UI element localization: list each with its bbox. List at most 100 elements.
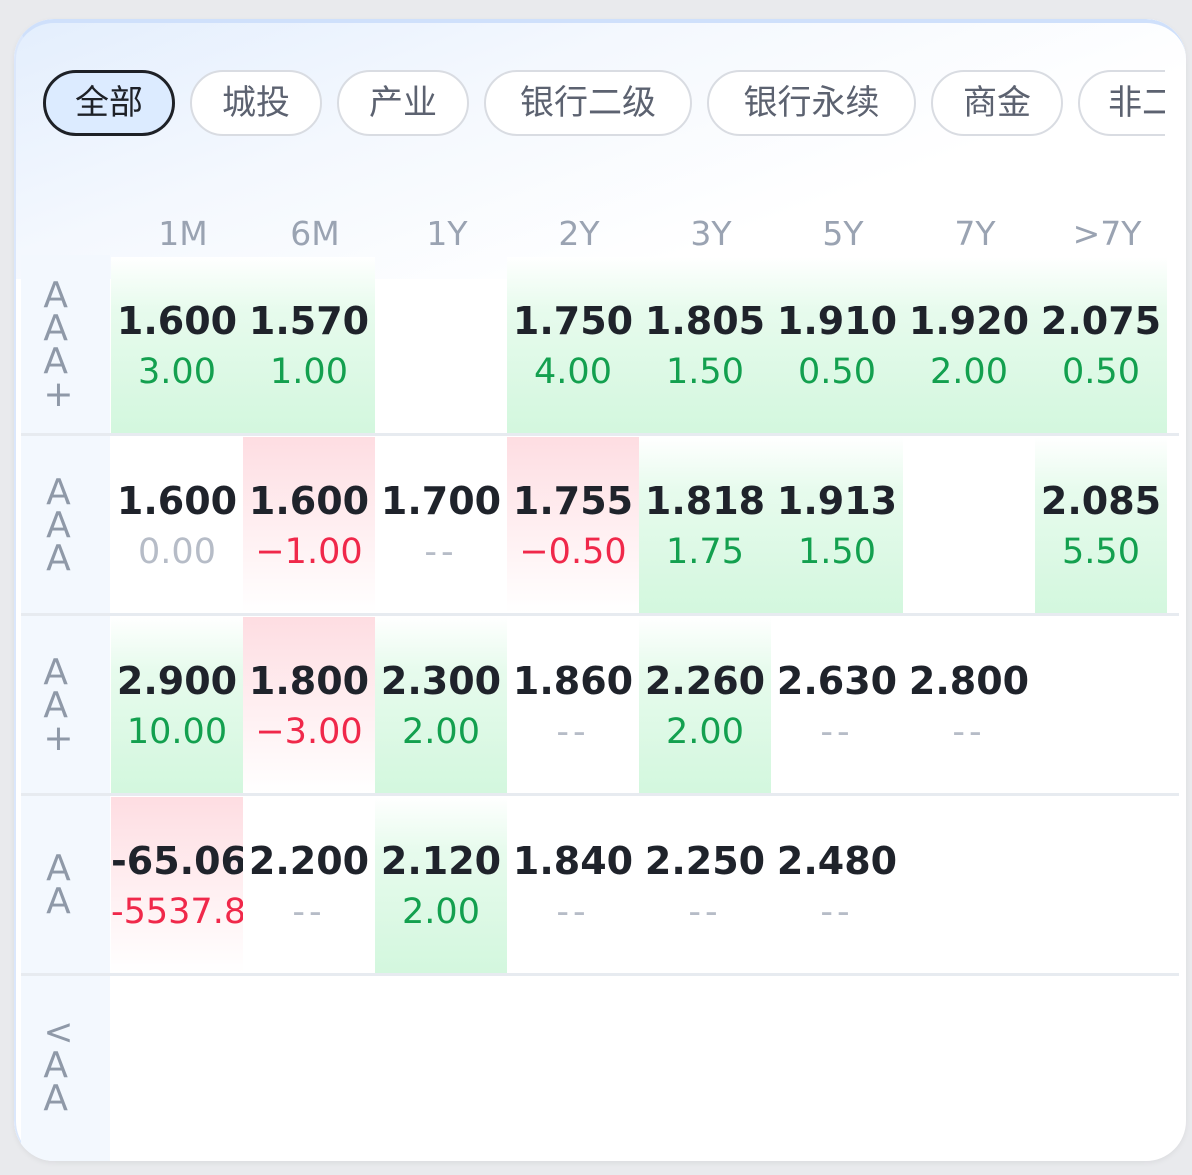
- change-value: 0.00: [138, 532, 216, 572]
- change-value: 5.50: [1062, 532, 1140, 572]
- yield-cell[interactable]: 2.900 10.00: [111, 617, 243, 793]
- row-divider: [21, 973, 1179, 976]
- yield-value: 2.630: [776, 659, 898, 703]
- yield-value: 2.900: [116, 659, 238, 703]
- yield-cell[interactable]: 1.840 --: [507, 797, 639, 973]
- yield-value: 1.860: [512, 659, 634, 703]
- change-value: −3.00: [255, 712, 363, 752]
- yield-value: 1.913: [776, 479, 898, 523]
- yield-value: 1.600: [116, 299, 238, 343]
- yield-cell[interactable]: 2.300 2.00: [375, 617, 507, 793]
- yield-value: -65.063: [111, 839, 243, 883]
- yield-cell[interactable]: 2.200 --: [243, 797, 375, 973]
- yield-cell[interactable]: 1.570 1.00: [243, 257, 375, 433]
- yield-cell[interactable]: 1.860 --: [507, 617, 639, 793]
- tab-0[interactable]: 全部: [43, 70, 175, 136]
- yield-value: 2.120: [380, 839, 502, 883]
- yield-cell[interactable]: 2.800 --: [903, 617, 1035, 793]
- change-value: −1.00: [255, 532, 363, 572]
- tab-4[interactable]: 银行永续: [707, 70, 916, 136]
- yield-value: 1.600: [116, 479, 238, 523]
- tenor-header-5: 5Y: [822, 214, 864, 253]
- tenor-header-3: 2Y: [558, 214, 600, 253]
- change-value: 2.00: [930, 352, 1008, 392]
- yield-cell[interactable]: 1.600 −1.00: [243, 437, 375, 613]
- tenor-header-2: 1Y: [426, 214, 468, 253]
- yield-cell[interactable]: 1.600 3.00: [111, 257, 243, 433]
- change-value: --: [424, 532, 458, 572]
- yield-cell[interactable]: 2.250 --: [639, 797, 771, 973]
- yield-value: 1.600: [248, 479, 370, 523]
- yield-cell[interactable]: 2.630 --: [771, 617, 903, 793]
- yield-cell[interactable]: 2.085 5.50: [1035, 437, 1167, 613]
- tenor-header-0: 1M: [158, 214, 208, 253]
- tab-5[interactable]: 商金: [931, 70, 1063, 136]
- change-value: 1.50: [798, 532, 876, 572]
- yield-value: 2.200: [248, 839, 370, 883]
- yield-value: 1.700: [380, 479, 502, 523]
- yield-value: 1.910: [776, 299, 898, 343]
- yield-cell[interactable]: 1.800 −3.00: [243, 617, 375, 793]
- tenor-header-7: >7Y: [1072, 214, 1142, 253]
- change-value: 4.00: [534, 352, 612, 392]
- change-value: 1.00: [270, 352, 348, 392]
- yield-matrix-card: 全部城投产业银行二级银行永续商金非二 1M 6M 1Y 2Y 3Y 5Y 7Y >7Y A A…: [14, 19, 1186, 1161]
- row-divider: [21, 793, 1179, 796]
- yield-cell[interactable]: 2.260 2.00: [639, 617, 771, 793]
- yield-cell[interactable]: 1.913 1.50: [771, 437, 903, 613]
- yield-value: 2.250: [644, 839, 766, 883]
- rating-label: A A A: [46, 471, 71, 579]
- yield-value: 2.260: [644, 659, 766, 703]
- rating-label: A A A +: [43, 275, 74, 415]
- change-value: -5537.86: [111, 892, 243, 932]
- yield-value: 2.075: [1040, 299, 1162, 343]
- row-divider: [21, 433, 1179, 436]
- change-value: 0.50: [1062, 352, 1140, 392]
- change-value: --: [556, 892, 590, 932]
- yield-cell[interactable]: 1.910 0.50: [771, 257, 903, 433]
- change-value: 10.00: [126, 712, 228, 752]
- yield-value: 2.480: [776, 839, 898, 883]
- change-value: 2.00: [402, 712, 480, 752]
- category-tab-bar[interactable]: 全部城投产业银行二级银行永续商金非二: [43, 70, 1165, 140]
- change-value: 1.75: [666, 532, 744, 572]
- yield-cell[interactable]: -65.063 -5537.86: [111, 797, 243, 973]
- change-value: −0.50: [519, 532, 627, 572]
- change-value: 1.50: [666, 352, 744, 392]
- change-value: 2.00: [666, 712, 744, 752]
- yield-cell[interactable]: 1.750 4.00: [507, 257, 639, 433]
- yield-cell[interactable]: 1.805 1.50: [639, 257, 771, 433]
- tab-6[interactable]: 非二: [1078, 70, 1165, 136]
- rating-label: < A A: [43, 1011, 74, 1119]
- yield-value: 2.300: [380, 659, 502, 703]
- yield-cell[interactable]: 1.600 0.00: [111, 437, 243, 613]
- change-value: --: [556, 712, 590, 752]
- change-value: 3.00: [138, 352, 216, 392]
- yield-cell[interactable]: 1.755 −0.50: [507, 437, 639, 613]
- yield-cell[interactable]: 1.818 1.75: [639, 437, 771, 613]
- change-value: --: [688, 892, 722, 932]
- tenor-header-6: 7Y: [954, 214, 996, 253]
- yield-value: 1.818: [644, 479, 766, 523]
- tab-2[interactable]: 产业: [337, 70, 469, 136]
- yield-cell[interactable]: 2.120 2.00: [375, 797, 507, 973]
- tenor-header-1: 6M: [290, 214, 340, 253]
- tab-3[interactable]: 银行二级: [484, 70, 692, 136]
- tenor-header-4: 3Y: [690, 214, 732, 253]
- tab-1[interactable]: 城投: [190, 70, 322, 136]
- change-value: --: [952, 712, 986, 752]
- yield-value: 2.800: [908, 659, 1030, 703]
- yield-cell[interactable]: 1.920 2.00: [903, 257, 1035, 433]
- yield-value: 1.805: [644, 299, 766, 343]
- change-value: --: [292, 892, 326, 932]
- category-tab-row: 全部城投产业银行二级银行永续商金非二: [43, 70, 1165, 140]
- yield-value: 1.840: [512, 839, 634, 883]
- rating-label: A A: [46, 848, 71, 922]
- yield-cell[interactable]: 2.480 --: [771, 797, 903, 973]
- yield-value: 1.800: [248, 659, 370, 703]
- yield-value: 1.570: [248, 299, 370, 343]
- yield-cell[interactable]: 1.700 --: [375, 437, 507, 613]
- yield-value: 2.085: [1040, 479, 1162, 523]
- row-divider: [21, 613, 1179, 616]
- yield-cell[interactable]: 2.075 0.50: [1035, 257, 1167, 433]
